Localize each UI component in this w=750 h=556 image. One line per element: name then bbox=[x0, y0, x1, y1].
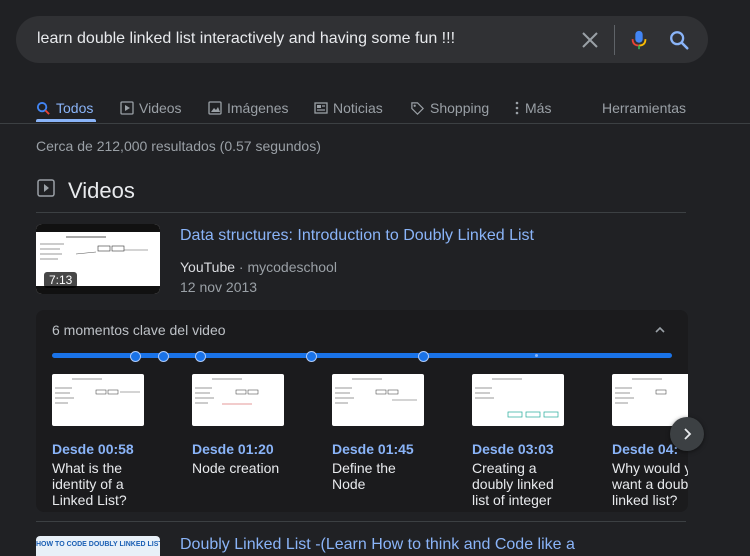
moment-card[interactable]: Desde 00:58 What is the identity of a Li… bbox=[52, 374, 152, 508]
moment-thumbnail bbox=[52, 374, 144, 426]
news-icon bbox=[314, 102, 328, 114]
video-thumbnail[interactable]: HOW TO CODE DOUBLY LINKED LIST bbox=[36, 536, 160, 556]
image-icon bbox=[208, 101, 222, 115]
results-stats: Cerca de 212,000 resultados (0.57 segund… bbox=[36, 138, 321, 154]
moment-time: Desde 03:03 bbox=[472, 441, 554, 457]
moment-label: Define the Node bbox=[332, 460, 396, 492]
moment-card[interactable]: Desde 01:20 Node creation bbox=[192, 374, 292, 476]
moment-marker[interactable] bbox=[418, 351, 429, 362]
tab-label: Más bbox=[525, 100, 552, 116]
tab-noticias[interactable]: Noticias bbox=[314, 93, 383, 123]
moment-marker[interactable] bbox=[129, 351, 141, 362]
tab-label: Imágenes bbox=[227, 100, 289, 116]
video-duration-badge: 7:13 bbox=[44, 272, 78, 288]
more-vertical-icon bbox=[515, 101, 519, 115]
video-play-icon bbox=[37, 179, 55, 197]
moment-card[interactable]: Desde 01:45 Define the Node bbox=[332, 374, 432, 492]
moment-marker[interactable] bbox=[194, 351, 206, 362]
video-date: 12 nov 2013 bbox=[180, 279, 258, 295]
tab-label: Shopping bbox=[430, 100, 490, 116]
play-icon bbox=[120, 101, 134, 115]
moment-time: Desde 01:45 bbox=[332, 441, 414, 457]
moments-progress-track bbox=[52, 353, 672, 358]
moment-card[interactable]: Desde 03:03 Creating a doubly linked lis… bbox=[472, 374, 572, 508]
close-icon[interactable] bbox=[580, 30, 600, 50]
tabs-divider bbox=[0, 123, 750, 124]
tab-label: Videos bbox=[139, 100, 182, 116]
search-input[interactable]: learn double linked list interactively a… bbox=[37, 30, 455, 48]
tools-button[interactable]: Herramientas bbox=[602, 93, 686, 123]
video-title-link[interactable]: Data structures: Introduction to Doubly … bbox=[180, 227, 534, 245]
search-icon[interactable] bbox=[668, 29, 690, 51]
tab-videos[interactable]: Videos bbox=[120, 93, 182, 123]
section-title: Videos bbox=[68, 178, 135, 203]
chevron-up-icon[interactable] bbox=[652, 322, 668, 338]
video-site: YouTube bbox=[180, 259, 236, 275]
moment-thumbnail bbox=[472, 374, 564, 426]
thumbnail-caption: HOW TO CODE DOUBLY LINKED LIST bbox=[36, 541, 160, 548]
moment-marker[interactable] bbox=[157, 351, 169, 362]
tab-imagenes[interactable]: Imágenes bbox=[208, 93, 288, 123]
moment-thumbnail bbox=[332, 374, 424, 426]
moment-label: Creating a doubly linked list of integer bbox=[472, 460, 554, 508]
chevron-right-icon bbox=[684, 428, 692, 440]
carousel-next-button[interactable] bbox=[670, 417, 704, 451]
moment-label: Why would you want a doubly linked list? bbox=[612, 460, 688, 508]
video-source: YouTube · mycodeschool bbox=[180, 259, 337, 275]
video-title-link[interactable]: Doubly Linked List -(Learn How to think … bbox=[180, 536, 575, 554]
tab-shopping[interactable]: Shopping bbox=[410, 93, 489, 123]
moment-time: Desde 00:58 bbox=[52, 441, 134, 457]
tab-label: Todos bbox=[56, 100, 94, 116]
video-channel: mycodeschool bbox=[247, 259, 337, 275]
active-tab-indicator bbox=[36, 119, 96, 122]
moment-marker[interactable] bbox=[534, 354, 538, 357]
microphone-icon[interactable] bbox=[628, 29, 650, 51]
moment-label: Node creation bbox=[192, 460, 280, 476]
key-moments-title: 6 momentos clave del video bbox=[52, 322, 226, 338]
search-divider bbox=[614, 25, 615, 55]
moments-carousel: Desde 00:58 What is the identity of a Li… bbox=[36, 370, 688, 510]
result-divider bbox=[36, 521, 686, 522]
moment-time: Desde 01:20 bbox=[192, 441, 274, 457]
tag-icon bbox=[411, 101, 424, 115]
tools-label: Herramientas bbox=[602, 100, 687, 116]
tab-mas[interactable]: Más bbox=[514, 93, 551, 123]
search-icon bbox=[36, 101, 50, 115]
moment-thumbnail bbox=[612, 374, 688, 426]
moment-thumbnail bbox=[192, 374, 284, 426]
section-divider bbox=[36, 212, 686, 213]
moment-label: What is the identity of a Linked List? bbox=[52, 460, 127, 508]
tab-label: Noticias bbox=[333, 100, 383, 116]
